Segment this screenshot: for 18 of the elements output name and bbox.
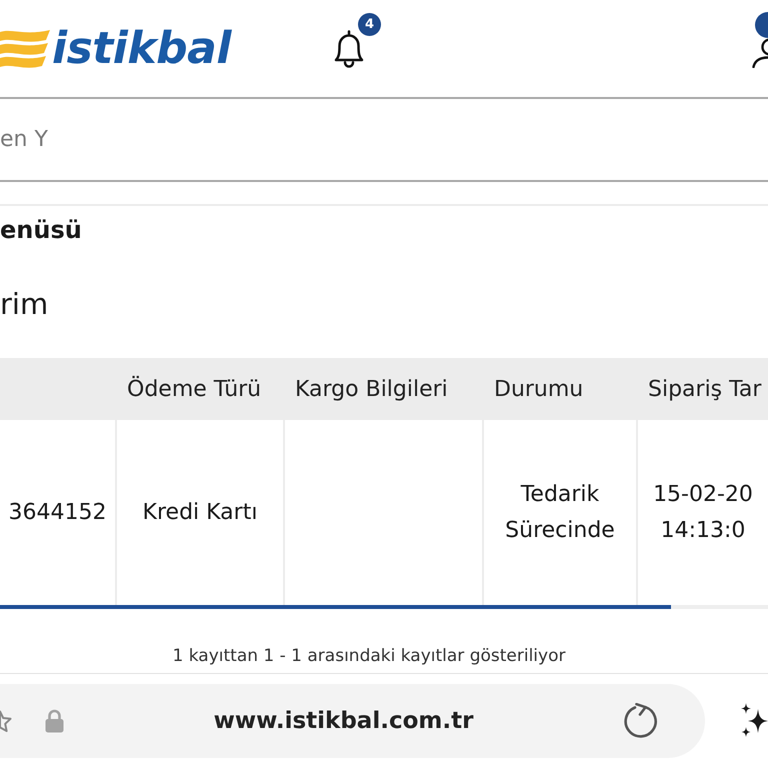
sparkle-icon[interactable] (740, 701, 768, 739)
notification-badge: 4 (358, 12, 381, 36)
star-icon[interactable] (0, 710, 13, 732)
wave-logo-icon (0, 28, 50, 70)
user-icon[interactable] (752, 38, 768, 68)
table-cell-text: 3644152 (8, 498, 108, 526)
column-header: Durumu (493, 376, 584, 402)
reload-icon[interactable] (623, 703, 659, 739)
column-header: Sipariş Tar (647, 376, 762, 402)
search-field[interactable]: en Y (0, 97, 768, 182)
lock-icon (45, 709, 64, 733)
column-header: Kargo Bilgileri (294, 376, 448, 402)
address-bar[interactable]: www.istikbal.com.tr (0, 684, 705, 758)
column-header: Ödeme Türü (126, 376, 262, 402)
logo-text: istikbal (52, 26, 231, 70)
pagination-info: 1 kayıttan 1 - 1 arasındaki kayıtlar gösteriliyor (172, 645, 566, 667)
menu-heading: enüsü (0, 216, 82, 244)
page-title: rim (0, 286, 48, 323)
